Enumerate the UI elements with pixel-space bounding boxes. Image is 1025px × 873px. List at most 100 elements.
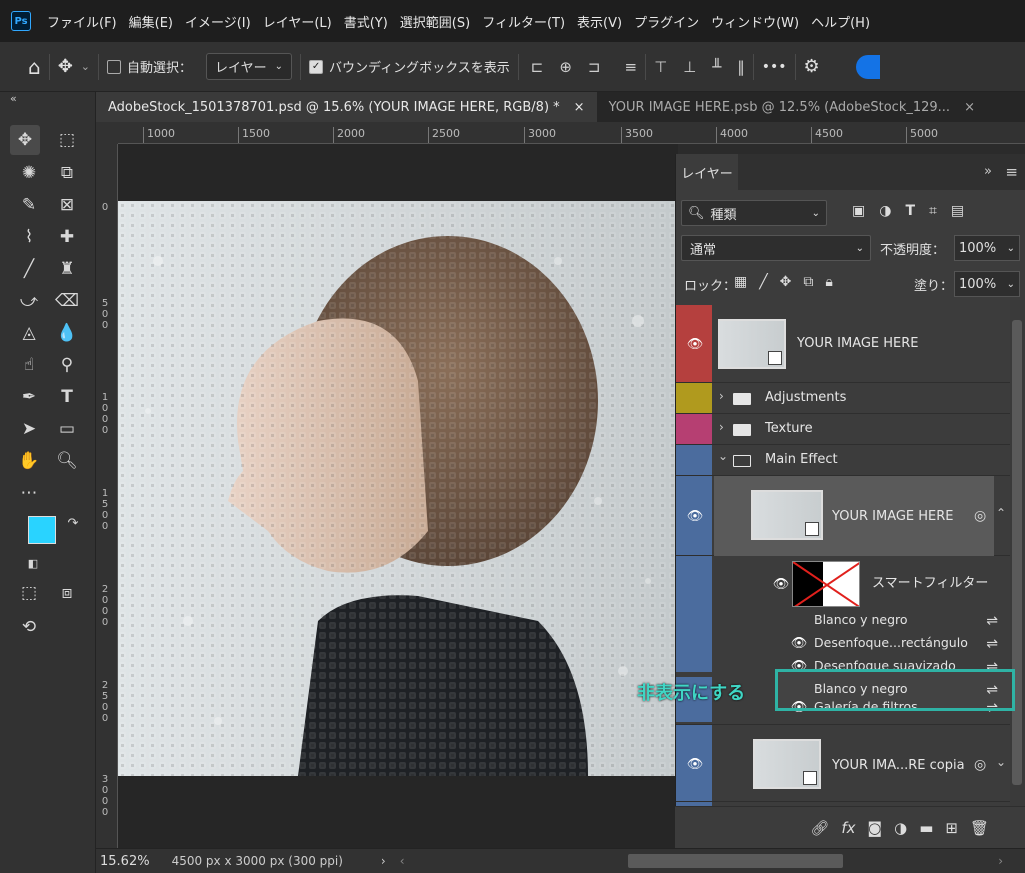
zoom-tool-icon[interactable]: 🔍︎: [52, 446, 82, 476]
swap-colors-icon[interactable]: ↷: [58, 508, 88, 538]
filter-adjustment-icon[interactable]: ◑: [879, 203, 891, 219]
chevron-right-icon[interactable]: ›: [381, 854, 386, 868]
pen-tool-icon[interactable]: ✒: [14, 382, 44, 412]
layer-row-selected[interactable]: 👁︎ YOUR IMAGE HERE ◎ ⌃: [676, 476, 1010, 556]
menu-plugins[interactable]: プラグイン: [628, 12, 705, 31]
path-select-icon[interactable]: ➤: [14, 414, 44, 444]
hand-tool-icon[interactable]: ✋: [14, 446, 44, 476]
layer-row[interactable]: 👁︎ YOUR IMAGE HERE: [676, 305, 1010, 383]
menu-select[interactable]: 選択範囲(S): [394, 12, 476, 31]
chevron-right-icon[interactable]: ›: [719, 389, 724, 403]
share-button[interactable]: [855, 54, 880, 79]
document-image[interactable]: [118, 201, 678, 776]
folder-icon[interactable]: ▬: [919, 819, 933, 837]
menu-view[interactable]: 表示(V): [571, 12, 628, 31]
fx-icon[interactable]: fx: [841, 819, 855, 837]
close-icon[interactable]: ×: [964, 100, 975, 115]
align-bottom-icon[interactable]: ╨: [712, 58, 721, 76]
lock-position-icon[interactable]: ✥: [780, 274, 792, 290]
scroll-left-icon[interactable]: ‹: [400, 854, 405, 868]
stamp-tool-icon[interactable]: ♜: [52, 254, 82, 284]
menu-file[interactable]: ファイル(F): [41, 12, 123, 31]
default-colors-icon[interactable]: ◧: [18, 548, 48, 578]
chevron-right-icon[interactable]: ›: [719, 420, 724, 434]
chevron-down-icon[interactable]: ⌄: [996, 755, 1006, 769]
eye-icon[interactable]: 👁︎: [790, 636, 808, 651]
distribute-icon[interactable]: ≡: [624, 58, 637, 76]
layer-group-row[interactable]: ⌄ Main Effect: [676, 445, 1010, 476]
collapse-icon[interactable]: «: [10, 92, 17, 105]
type-tool-icon[interactable]: T: [52, 382, 82, 412]
menu-layer[interactable]: レイヤー(L): [257, 12, 338, 31]
chevron-up-icon[interactable]: ⌃: [996, 506, 1006, 520]
color-sampler-icon[interactable]: ⌇: [14, 222, 44, 252]
auto-select-checkbox[interactable]: [107, 59, 122, 74]
history-brush-icon[interactable]: ⤻: [14, 286, 44, 316]
smart-filter-icon[interactable]: ◎: [974, 508, 986, 524]
tab-layers[interactable]: レイヤー: [676, 154, 738, 190]
filter-options-icon[interactable]: ⇌: [986, 636, 998, 652]
opacity-input[interactable]: 100% ⌄: [954, 235, 1020, 261]
edit-toolbar-icon[interactable]: ⟲: [14, 612, 44, 642]
menu-edit[interactable]: 編集(E): [123, 12, 179, 31]
layer-row[interactable]: 👁︎ YOUR IMA...RE copia ◎ ⌄: [676, 724, 1010, 802]
dodge-tool-icon[interactable]: ⚲: [52, 350, 82, 380]
screen-mode-icon[interactable]: ⧈: [52, 578, 82, 608]
blend-mode-select[interactable]: 通常 ⌄: [681, 235, 871, 261]
smart-filter-icon[interactable]: ◎: [974, 757, 986, 773]
distribute-v-icon[interactable]: ‖: [737, 58, 745, 76]
crop-tool-icon[interactable]: ⧉: [52, 158, 82, 188]
align-hcenter-icon[interactable]: ⊕: [559, 58, 572, 76]
eye-icon[interactable]: 👁︎: [686, 337, 704, 352]
layer-filter-select[interactable]: 🔍︎ 種類 ⌄: [681, 200, 827, 226]
filter-options-icon[interactable]: ⇌: [986, 613, 998, 629]
blur-tool-icon[interactable]: 💧: [52, 318, 82, 348]
lock-artboard-icon[interactable]: ⧉: [803, 274, 813, 290]
more-tools-icon[interactable]: ⋯: [14, 478, 44, 508]
paint-bucket-icon[interactable]: ◬: [14, 318, 44, 348]
filter-row[interactable]: 👁︎ Desenfoque...rectángulo ⇌: [676, 631, 1010, 654]
filter-pixel-icon[interactable]: ▣: [852, 203, 865, 219]
chevron-down-icon[interactable]: ⌄: [718, 449, 728, 463]
panel-menu-icon[interactable]: ≡: [1005, 163, 1018, 181]
healing-brush-icon[interactable]: ✚: [52, 222, 82, 252]
more-options-button[interactable]: •••: [762, 42, 787, 91]
rectangle-tool-icon[interactable]: ▭: [52, 414, 82, 444]
lock-pixels-icon[interactable]: ╱: [759, 274, 767, 290]
filter-type-icon[interactable]: T: [905, 203, 915, 219]
fill-input[interactable]: 100% ⌄: [954, 271, 1020, 297]
align-vcenter-icon[interactable]: ⊥: [683, 58, 696, 76]
trash-icon[interactable]: 🗑︎: [970, 819, 989, 837]
filter-row[interactable]: Blanco y negro ⇌: [676, 608, 1010, 631]
menu-window[interactable]: ウィンドウ(W): [705, 12, 805, 31]
brush-tool-icon[interactable]: ╱: [14, 254, 44, 284]
new-layer-icon[interactable]: ⊞: [945, 819, 958, 837]
adjustment-layer-icon[interactable]: ◑: [894, 819, 907, 837]
tab-document-2[interactable]: YOUR IMAGE HERE.psb @ 12.5% (AdobeStock_…: [597, 92, 987, 122]
foreground-color-swatch[interactable]: [28, 516, 56, 544]
link-icon[interactable]: 🔗︎: [810, 819, 829, 837]
menu-type[interactable]: 書式(Y): [338, 12, 394, 31]
move-tool-icon[interactable]: ✥: [10, 125, 40, 155]
gear-icon[interactable]: ⚙: [804, 42, 820, 91]
filter-smart-icon[interactable]: ▤: [951, 203, 964, 219]
align-top-icon[interactable]: ⊤: [654, 58, 667, 76]
menu-help[interactable]: ヘルプ(H): [805, 12, 876, 31]
menu-image[interactable]: イメージ(I): [179, 12, 257, 31]
mask-icon[interactable]: ◙: [868, 819, 883, 837]
align-left-icon[interactable]: ⊏: [531, 58, 544, 76]
panel-expand-icon[interactable]: »: [984, 164, 992, 179]
lock-all-icon[interactable]: 🔒︎: [825, 274, 832, 290]
show-bbox-checkbox[interactable]: ✓: [309, 59, 324, 74]
quick-select-icon[interactable]: ✺: [14, 158, 44, 188]
menu-filter[interactable]: フィルター(T): [476, 12, 571, 31]
smudge-tool-icon[interactable]: ☝: [14, 350, 44, 380]
close-icon[interactable]: ×: [574, 100, 585, 115]
home-icon[interactable]: ⌂: [28, 42, 41, 91]
eye-icon[interactable]: 👁︎: [686, 509, 704, 524]
auto-select-target-select[interactable]: レイヤー ⌄: [206, 53, 293, 80]
zoom-level[interactable]: 15.62%: [100, 854, 150, 869]
eye-icon[interactable]: 👁︎: [772, 577, 790, 592]
move-tool-preset[interactable]: ✥ ⌄: [58, 42, 90, 91]
quick-mask-icon[interactable]: ⬚: [14, 578, 44, 608]
